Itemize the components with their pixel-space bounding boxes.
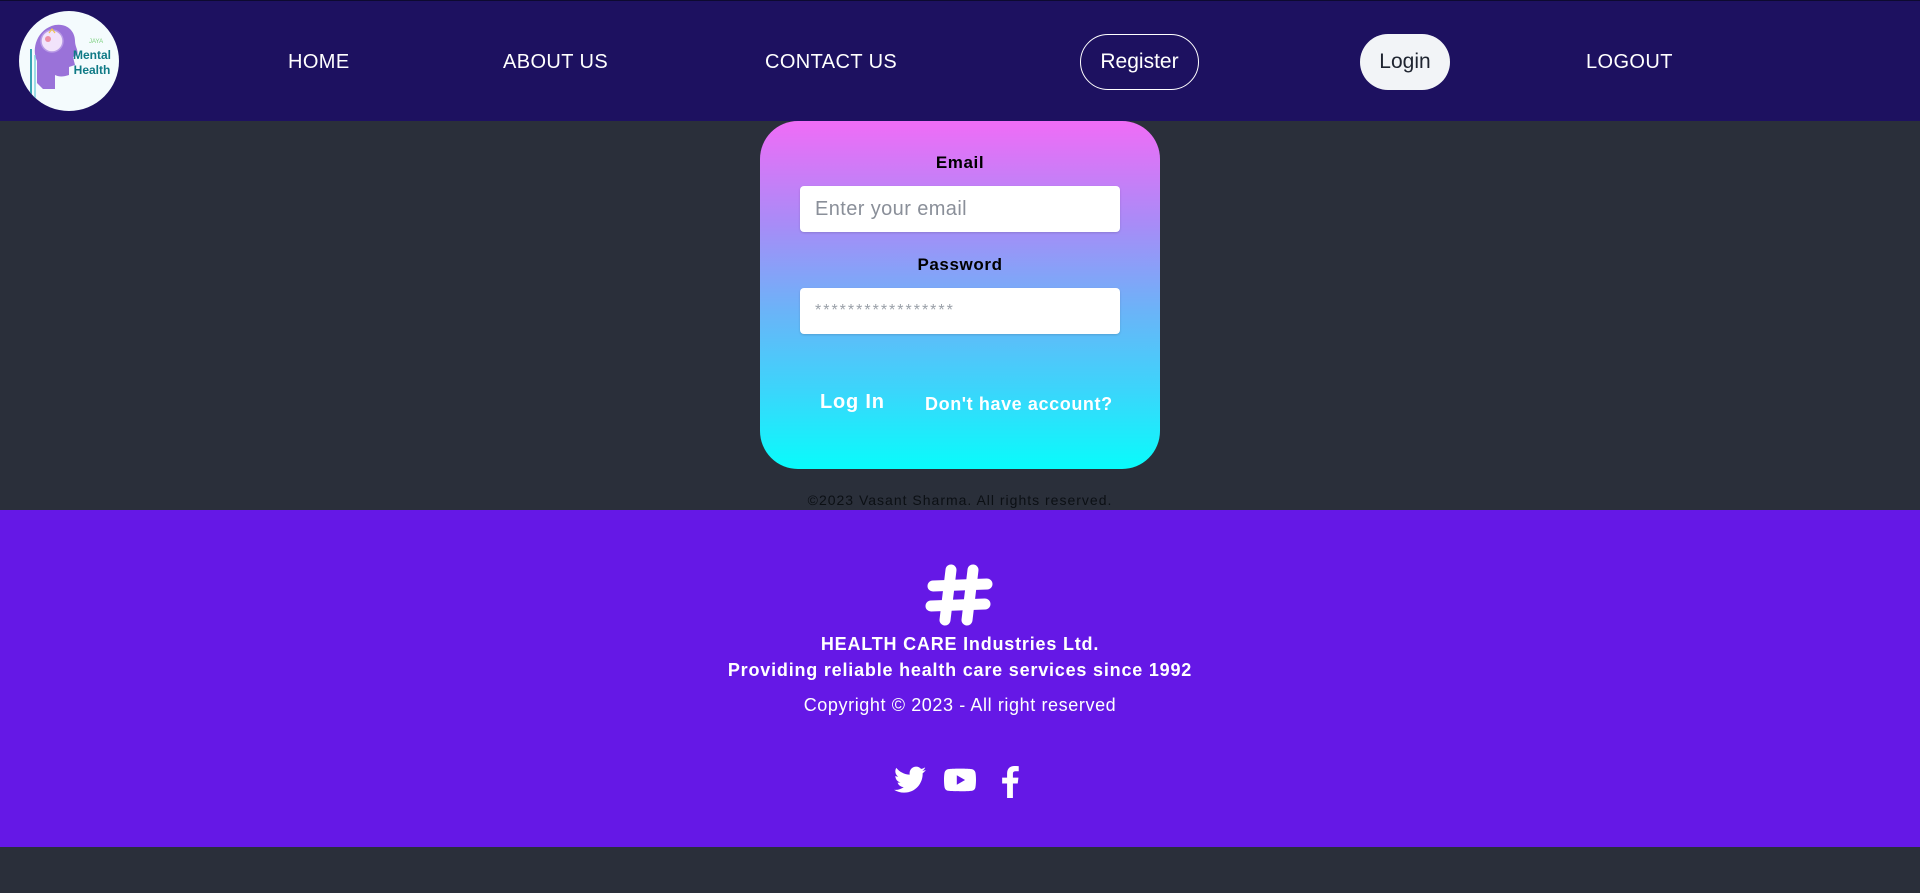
footer-tagline: Providing reliable health care services … bbox=[727, 660, 1193, 680]
site-logo[interactable]: JAYA Mental Health bbox=[19, 11, 119, 111]
nav-link-about[interactable]: ABOUT US bbox=[503, 50, 608, 74]
footer-company: HEALTH CARE Industries Ltd. bbox=[820, 634, 1100, 654]
logo-small-text: JAYA bbox=[89, 39, 104, 45]
page-copyright: ©2023 Vasant Sharma. All rights reserved… bbox=[807, 492, 1113, 508]
footer-copyright: Copyright © 2023 - All right reserved bbox=[803, 695, 1117, 715]
hashtag-icon bbox=[925, 564, 993, 626]
register-button[interactable]: Register bbox=[1080, 34, 1199, 90]
nav-link-logout[interactable]: LOGOUT bbox=[1586, 50, 1673, 74]
signup-link[interactable]: Don't have account? bbox=[925, 394, 1113, 415]
email-field[interactable] bbox=[800, 186, 1120, 232]
footer: HEALTH CARE Industries Ltd. Providing re… bbox=[0, 510, 1920, 847]
logo-line-2: Health bbox=[73, 63, 111, 77]
log-in-button[interactable]: Log In bbox=[820, 391, 885, 414]
login-nav-button[interactable]: Login bbox=[1360, 34, 1450, 90]
login-card: Email Password Log In Don't have account… bbox=[760, 121, 1160, 469]
password-label: Password bbox=[917, 255, 1003, 274]
nav-link-contact[interactable]: CONTACT US bbox=[765, 50, 897, 74]
email-label: Email bbox=[935, 153, 985, 172]
youtube-icon[interactable] bbox=[944, 766, 976, 794]
facebook-icon[interactable] bbox=[1000, 766, 1020, 798]
logo-text: Mental Health bbox=[67, 48, 117, 78]
logo-line-1: Mental bbox=[72, 48, 111, 62]
nav-link-home[interactable]: HOME bbox=[288, 50, 350, 74]
navbar: JAYA Mental Health HOME ABOUT US CONTACT… bbox=[0, 0, 1920, 121]
twitter-icon[interactable] bbox=[894, 766, 926, 794]
password-field[interactable] bbox=[800, 288, 1120, 334]
